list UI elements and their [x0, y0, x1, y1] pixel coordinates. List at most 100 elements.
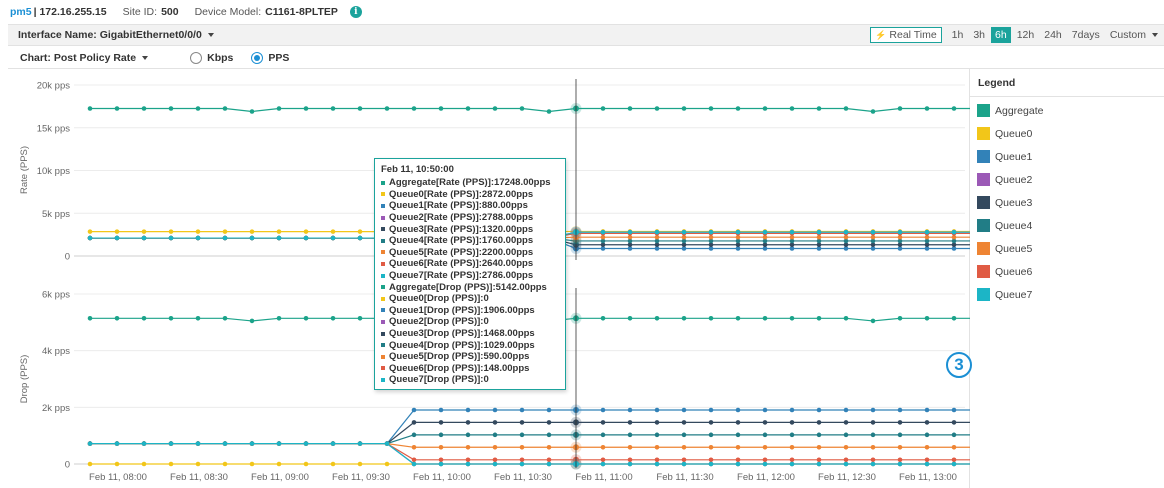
- data-point: [681, 229, 687, 235]
- data-point: [600, 432, 606, 438]
- data-point: [222, 106, 228, 111]
- data-point: [681, 316, 687, 321]
- legend-item-queue0[interactable]: Queue0: [970, 122, 1164, 145]
- data-point: [465, 420, 471, 425]
- data-point: [519, 432, 525, 438]
- data-point: [222, 316, 228, 321]
- data-point: [600, 229, 606, 235]
- y-tick-label: 2k pps: [42, 403, 70, 414]
- time-option-12h[interactable]: 12h: [1013, 27, 1039, 43]
- tooltip-rows: Aggregate[Rate (PPS)]:17248.00pps Queue0[…: [381, 177, 559, 386]
- data-point: [897, 420, 903, 425]
- data-point: [114, 461, 120, 467]
- data-point: [330, 316, 336, 321]
- data-point: [762, 407, 768, 413]
- legend-item-queue1[interactable]: Queue1: [970, 145, 1164, 168]
- legend-item-queue3[interactable]: Queue3: [970, 191, 1164, 214]
- data-point: [492, 407, 498, 413]
- tooltip-row-text: Queue3[Rate (PPS)]:1320.00pps: [389, 223, 534, 235]
- data-point: [870, 457, 876, 463]
- tooltip-row-text: Queue7[Drop (PPS)]:0: [389, 374, 489, 386]
- legend-item-queue7[interactable]: Queue7: [970, 283, 1164, 306]
- data-point: [735, 461, 741, 467]
- data-point: [276, 461, 282, 467]
- x-tick-label: Feb 11, 08:30: [170, 472, 228, 483]
- data-point: [438, 444, 444, 450]
- data-point: [330, 461, 336, 467]
- data-point: [816, 461, 822, 467]
- data-point: [600, 316, 606, 321]
- legend-label: Queue7: [995, 288, 1033, 301]
- series-line-aggregate: [90, 107, 970, 113]
- custom-label: Custom: [1109, 29, 1146, 41]
- legend-label: Queue0: [995, 127, 1033, 140]
- data-point: [789, 316, 795, 321]
- data-point: [627, 106, 633, 111]
- tooltip-row-text: Queue0[Drop (PPS)]:0: [389, 293, 489, 305]
- legend-swatch: [977, 219, 990, 232]
- legend-label: Queue5: [995, 242, 1033, 255]
- data-point: [924, 432, 930, 438]
- data-point: [411, 420, 417, 425]
- data-point: [141, 461, 147, 467]
- tooltip-row: Queue5[Drop (PPS)]:590.00pps: [381, 351, 559, 363]
- series-marker: [381, 319, 385, 324]
- data-point: [816, 407, 822, 413]
- data-point: [357, 235, 363, 241]
- time-option-24h[interactable]: 24h: [1040, 27, 1066, 43]
- data-point: [438, 420, 444, 425]
- tooltip-row-text: Queue0[Rate (PPS)]:2872.00pps: [389, 188, 534, 200]
- data-point: [897, 229, 903, 235]
- data-point: [168, 235, 174, 241]
- legend-item-queue2[interactable]: Queue2: [970, 168, 1164, 191]
- data-point: [708, 106, 714, 111]
- data-point: [816, 106, 822, 111]
- data-point: [492, 457, 498, 463]
- data-point: [762, 229, 768, 235]
- step-badge: 3: [946, 352, 972, 378]
- data-point: [870, 420, 876, 425]
- series-marker: [381, 238, 385, 243]
- data-point: [357, 106, 363, 111]
- data-point: [924, 407, 930, 413]
- data-point: [87, 461, 93, 467]
- data-point: [681, 106, 687, 111]
- legend-item-queue6[interactable]: Queue6: [970, 260, 1164, 283]
- tooltip-row-text: Queue4[Rate (PPS)]:1760.00pps: [389, 235, 534, 247]
- legend-item-queue5[interactable]: Queue5: [970, 237, 1164, 260]
- tooltip-row-text: Aggregate[Drop (PPS)]:5142.00pps: [389, 281, 547, 293]
- data-point: [222, 441, 228, 446]
- time-option-6h[interactable]: 6h: [991, 27, 1011, 43]
- x-tick-label: Feb 11, 12:30: [818, 472, 876, 483]
- y-tick-label: 0: [65, 252, 70, 263]
- data-point: [465, 444, 471, 450]
- tooltip-row-text: Queue2[Drop (PPS)]:0: [389, 316, 489, 328]
- data-point: [114, 441, 120, 446]
- data-point: [492, 420, 498, 425]
- tooltip-row-text: Aggregate[Rate (PPS)]:17248.00pps: [389, 177, 551, 189]
- legend-item-aggregate[interactable]: Aggregate: [970, 99, 1164, 122]
- data-point: [708, 457, 714, 463]
- data-point: [951, 316, 957, 321]
- custom-range-dropdown[interactable]: Custom: [1110, 29, 1158, 41]
- tooltip-row: Queue4[Drop (PPS)]:1029.00pps: [381, 339, 559, 351]
- tooltip-row: Queue0[Rate (PPS)]:2872.00pps: [381, 189, 559, 201]
- data-point: [897, 444, 903, 450]
- data-point: [843, 229, 849, 235]
- data-point: [924, 461, 930, 467]
- data-point: [276, 441, 282, 446]
- data-point: [789, 420, 795, 425]
- data-point: [249, 235, 255, 241]
- data-point: [681, 461, 687, 467]
- data-point: [951, 106, 957, 111]
- data-point: [411, 106, 417, 111]
- legend-swatch: [977, 150, 990, 163]
- x-tick-label: Feb 11, 11:30: [656, 472, 713, 483]
- time-option-3h[interactable]: 3h: [969, 27, 989, 43]
- data-point: [735, 457, 741, 463]
- data-point: [519, 457, 525, 463]
- legend-swatch: [977, 127, 990, 140]
- legend-item-queue4[interactable]: Queue4: [970, 214, 1164, 237]
- time-option-7days[interactable]: 7days: [1068, 27, 1104, 43]
- data-point: [897, 432, 903, 438]
